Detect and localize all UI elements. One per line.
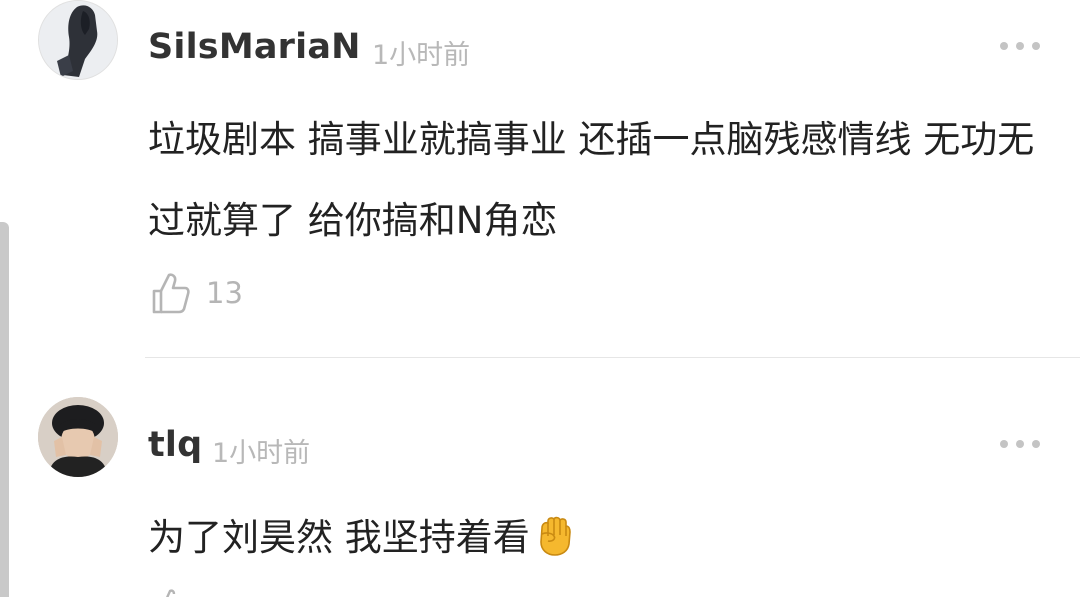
username[interactable]: tlq (148, 425, 202, 465)
comment-text: 为了刘昊然 我坚持着看 (148, 516, 530, 559)
username[interactable]: SilsMariaN (148, 27, 361, 67)
more-icon[interactable] (1000, 40, 1040, 52)
more-dot (1000, 42, 1008, 50)
comment-feed: SilsMariaN 1小时前 垃圾剧本 搞事业就搞事业 还插一点脑残感情线 无… (0, 0, 1080, 597)
more-dot (1032, 42, 1040, 50)
avatar[interactable] (38, 0, 118, 80)
thumbs-up-icon (152, 273, 190, 314)
avatar-image (39, 1, 117, 79)
comment-item: SilsMariaN 1小时前 垃圾剧本 搞事业就搞事业 还插一点脑残感情线 无… (0, 0, 1080, 358)
comment-text-wrapper: 为了刘昊然 我坚持着看 (148, 497, 1048, 578)
divider (145, 357, 1080, 358)
avatar[interactable] (38, 397, 118, 477)
comment-item: tlq 1小时前 为了刘昊然 我坚持着看 (0, 359, 1080, 597)
more-dot (1000, 440, 1008, 448)
more-icon[interactable] (1000, 438, 1040, 450)
comment-text: 垃圾剧本 搞事业就搞事业 还插一点脑残感情线 无功无过就算了 给你搞和N角恋 (148, 118, 1035, 242)
more-dot (1032, 440, 1040, 448)
more-dot (1016, 440, 1024, 448)
like-button[interactable]: 13 (152, 272, 243, 314)
avatar-image (38, 397, 118, 477)
comment-time: 1小时前 (212, 438, 311, 469)
comment-time: 1小时前 (372, 40, 471, 71)
thumbs-up-icon (166, 589, 176, 597)
raised-fist-emoji-icon (539, 516, 571, 556)
more-dot (1016, 42, 1024, 50)
like-count: 13 (206, 276, 243, 310)
